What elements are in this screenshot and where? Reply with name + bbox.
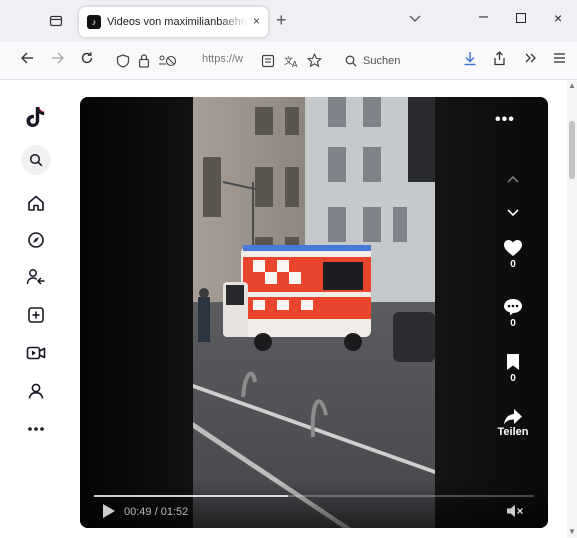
url-bar[interactable]: https://w 文A [106,47,332,75]
home-icon [28,195,44,211]
scroll-down-arrow[interactable]: ▼ [568,527,576,536]
sidebar-item-following[interactable] [18,265,54,289]
permissions-icon[interactable] [158,54,176,68]
download-icon [464,52,476,66]
search-field[interactable]: Suchen [337,47,447,75]
progress-bar[interactable] [94,495,534,497]
double-chevron-right-icon [525,53,536,63]
arrow-left-icon [21,52,33,64]
share-page-button[interactable] [493,51,506,71]
play-button[interactable] [102,503,116,524]
sidebar-item-upload[interactable] [18,303,54,327]
tab-title: Videos von maximilianbaehring [107,16,247,28]
page-content: ••• 0 0 0 Teilen 00:49 / 01:52 ▲ ▼ [0,81,577,538]
video-player[interactable]: ••• 0 0 0 Teilen 00:49 / 01:52 [80,97,548,528]
video-frame[interactable] [193,97,435,528]
minimize-button[interactable]: – [479,8,488,26]
progress-fill [94,495,288,497]
share-arrow-icon [504,409,522,425]
play-icon [103,504,115,518]
street-scene-image [193,97,435,528]
time-display: 00:49 / 01:52 [124,506,189,518]
share-button[interactable]: Teilen [490,408,536,438]
bookmark-icon [507,354,519,370]
video-letterbox-left [80,97,193,528]
sidebar-item-home[interactable] [18,191,54,215]
video-action-rail: 0 0 0 Teilen [490,97,540,528]
reload-button[interactable] [80,51,94,70]
back-button[interactable] [20,51,34,70]
tiktok-favicon-icon: ♪ [87,15,101,29]
forward-button[interactable] [51,51,65,70]
following-icon [26,269,45,285]
heart-icon [504,240,522,256]
lock-icon[interactable] [138,53,150,68]
navigation-bar: https://w 文A Suchen [0,42,577,80]
svg-text:A: A [292,60,298,68]
live-icon [26,346,46,360]
active-tab[interactable]: ♪ Videos von maximilianbaehring × [79,7,268,37]
chevron-up-icon [507,176,519,183]
page-scrollbar[interactable]: ▲ ▼ [567,81,577,538]
search-placeholder: Suchen [363,55,401,67]
maximize-button[interactable] [516,13,526,23]
reader-view-icon[interactable] [261,54,275,68]
playback-controls: 00:49 / 01:52 [80,481,548,528]
tab-list-button[interactable] [47,12,65,30]
tab-close-button[interactable]: × [253,14,260,28]
save-button[interactable]: 0 [490,353,536,384]
sidebar-item-explore[interactable] [18,228,54,252]
chevron-down-icon[interactable] [409,12,421,26]
previous-video-button[interactable] [490,175,536,183]
share-icon [494,51,505,66]
upload-icon [28,307,44,323]
sidebar-item-more[interactable] [18,417,54,441]
translate-icon[interactable]: 文A [284,54,299,68]
scroll-thumb[interactable] [569,121,575,179]
tiktok-logo-icon[interactable] [18,105,54,129]
profile-icon [28,383,44,399]
share-label: Teilen [497,426,529,438]
arrow-right-icon [52,52,64,64]
overflow-menu-button[interactable] [524,51,537,69]
chevron-down-icon [507,209,519,217]
tab-bar: ♪ Videos von maximilianbaehring × + – × [0,0,577,42]
downloads-button[interactable] [463,51,477,71]
tab-list-icon [49,15,63,27]
close-window-button[interactable]: × [554,10,562,26]
app-menu-button[interactable] [553,51,566,69]
url-text: https://w [202,53,243,65]
comment-icon [504,299,522,316]
comment-button[interactable]: 0 [490,298,536,329]
like-button[interactable]: 0 [490,239,536,270]
mute-button[interactable] [506,504,524,521]
sidebar-search-button[interactable] [21,145,51,175]
reload-icon [81,52,93,64]
new-tab-button[interactable]: + [276,10,287,31]
volume-muted-icon [507,505,523,517]
search-icon [29,153,43,167]
sidebar-item-profile[interactable] [18,379,54,403]
scroll-up-arrow[interactable]: ▲ [568,81,576,90]
hamburger-menu-icon [554,53,565,63]
explore-icon [28,232,44,248]
next-video-button[interactable] [490,209,536,217]
like-count: 0 [510,259,516,270]
comment-count: 0 [510,318,516,329]
more-icon [28,427,44,431]
search-icon [345,55,357,67]
save-count: 0 [510,373,516,384]
bookmark-star-icon[interactable] [307,53,322,68]
shield-icon[interactable] [116,54,130,68]
sidebar-item-live[interactable] [18,341,54,365]
